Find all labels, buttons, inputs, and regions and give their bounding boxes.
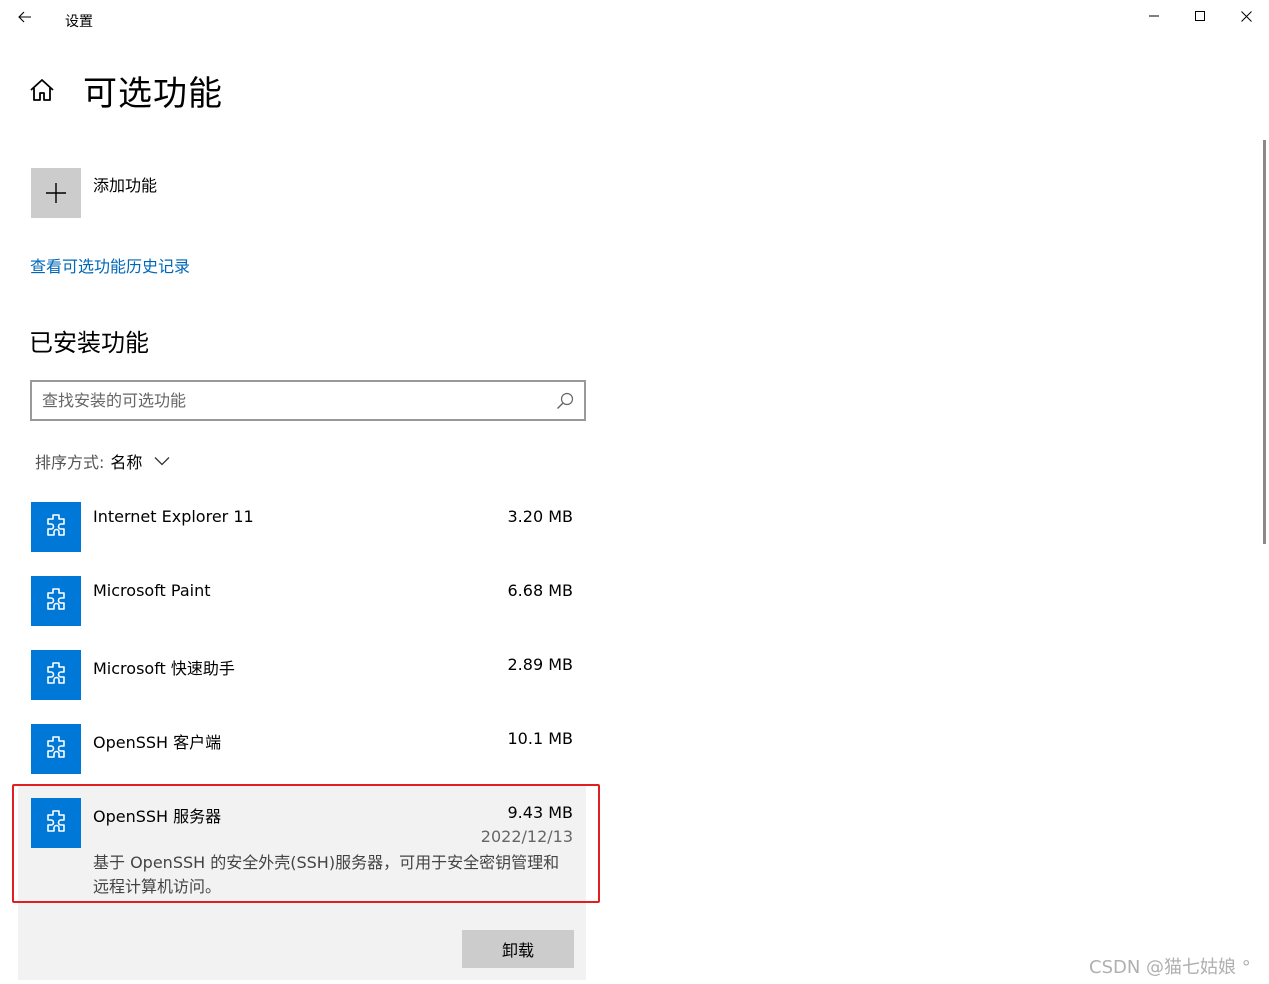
maximize-button[interactable] bbox=[1177, 0, 1223, 32]
puzzle-piece-icon bbox=[31, 576, 81, 626]
home-button[interactable] bbox=[28, 76, 58, 106]
search-icon[interactable] bbox=[556, 392, 574, 410]
window-title: 设置 bbox=[65, 14, 93, 30]
puzzle-piece-icon bbox=[31, 724, 81, 774]
minimize-button[interactable] bbox=[1131, 0, 1177, 32]
add-feature-button[interactable] bbox=[31, 168, 81, 218]
installed-section-title: 已安装功能 bbox=[29, 329, 149, 357]
feature-item-openssh-client[interactable]: OpenSSH 客户端 10.1 MB bbox=[18, 722, 586, 776]
feature-description: 基于 OpenSSH 的安全外壳(SSH)服务器，可用于安全密钥管理和远程计算机… bbox=[93, 853, 560, 896]
back-button[interactable] bbox=[10, 4, 40, 30]
puzzle-piece-icon bbox=[31, 798, 81, 848]
feature-size: 9.43 MB bbox=[507, 803, 574, 822]
feature-install-date: 2022/12/13 bbox=[480, 827, 573, 846]
feature-size: 10.1 MB bbox=[507, 729, 574, 748]
feature-size: 6.68 MB bbox=[507, 581, 574, 600]
feature-name: Microsoft 快速助手 bbox=[93, 659, 235, 678]
chevron-down-icon bbox=[154, 457, 170, 466]
minimize-icon bbox=[1149, 15, 1159, 17]
uninstall-button[interactable]: 卸载 bbox=[462, 930, 574, 968]
feature-item-openssh-server[interactable]: OpenSSH 服务器 9.43 MB 2022/12/13 基于 OpenSS… bbox=[18, 785, 586, 980]
sort-dropdown[interactable]: 排序方式: 名称 bbox=[35, 449, 170, 473]
feature-item-quick-assist[interactable]: Microsoft 快速助手 2.89 MB bbox=[18, 648, 586, 702]
feature-item-internet-explorer[interactable]: Internet Explorer 11 3.20 MB bbox=[18, 500, 586, 554]
feature-size: 2.89 MB bbox=[507, 655, 574, 674]
history-link[interactable]: 查看可选功能历史记录 bbox=[30, 253, 190, 277]
add-feature-label[interactable]: 添加功能 bbox=[93, 172, 157, 196]
feature-name: Internet Explorer 11 bbox=[93, 507, 254, 526]
close-button[interactable] bbox=[1223, 0, 1269, 32]
page-title: 可选功能 bbox=[83, 74, 223, 114]
puzzle-piece-icon bbox=[31, 650, 81, 700]
watermark: CSDN @猫七姑娘 ° bbox=[1089, 957, 1251, 978]
sort-prefix: 排序方式: bbox=[35, 453, 105, 472]
puzzle-piece-icon bbox=[31, 502, 81, 552]
search-input[interactable] bbox=[42, 382, 542, 419]
feature-name: OpenSSH 客户端 bbox=[93, 733, 222, 752]
feature-item-microsoft-paint[interactable]: Microsoft Paint 6.68 MB bbox=[18, 574, 586, 628]
close-icon bbox=[1240, 10, 1252, 22]
home-icon bbox=[30, 79, 54, 101]
feature-name: Microsoft Paint bbox=[93, 581, 211, 600]
arrow-left-icon bbox=[18, 11, 31, 23]
maximize-icon bbox=[1195, 11, 1205, 21]
feature-name: OpenSSH 服务器 bbox=[93, 807, 222, 826]
search-box[interactable] bbox=[30, 380, 586, 421]
sort-value: 名称 bbox=[110, 453, 143, 472]
plus-icon bbox=[46, 183, 66, 203]
scrollbar-thumb[interactable] bbox=[1263, 140, 1266, 544]
feature-size: 3.20 MB bbox=[507, 507, 574, 526]
